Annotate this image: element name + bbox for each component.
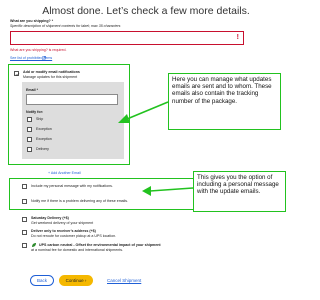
- arrow-to-checkboxes-icon: [142, 186, 194, 196]
- chevron-right-icon: ›: [84, 278, 87, 283]
- deliver-to-address-checkbox[interactable]: [22, 230, 27, 235]
- deliver-to-address-label: Deliver only to receiver’s address (+$): [31, 229, 96, 233]
- arrow-to-email-input-icon: [118, 101, 169, 123]
- saturday-delivery-checkbox[interactable]: [22, 217, 27, 222]
- carbon-neutral-checkbox[interactable]: [22, 243, 27, 248]
- carbon-neutral-label: UPS carbon neutral - Offset the environm…: [39, 243, 161, 247]
- back-button[interactable]: Back: [30, 275, 54, 286]
- saturday-delivery-sub: Get weekend delivery of your shipment: [31, 221, 94, 225]
- carbon-neutral-sub: at a nominal fee for domestic and intern…: [31, 248, 124, 252]
- continue-button[interactable]: Continue ›: [59, 275, 93, 286]
- annotation-arrows: [118, 101, 194, 196]
- saturday-delivery-label: Saturday Delivery (+$): [31, 216, 69, 220]
- deliver-to-address-sub: Do not reroute for customer pickup at a …: [31, 234, 117, 238]
- continue-label: Continue: [65, 278, 84, 283]
- cancel-shipment-link[interactable]: Cancel Shipment: [107, 278, 141, 283]
